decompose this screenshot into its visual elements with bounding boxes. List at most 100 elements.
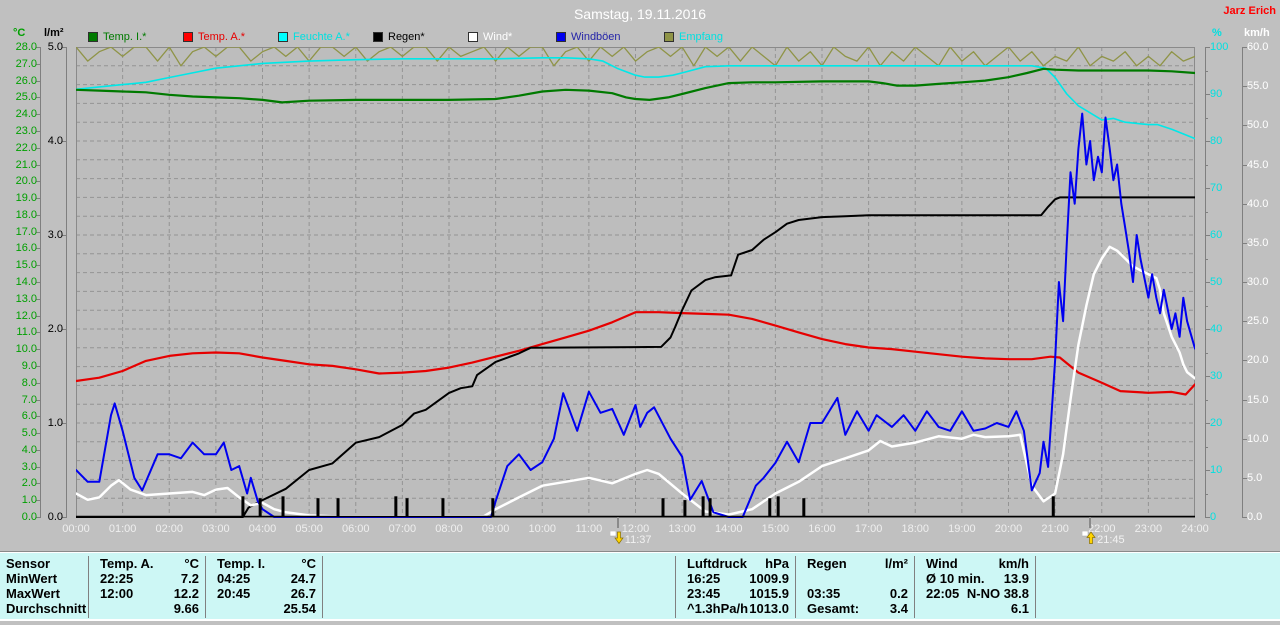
humidity-axis-minor-tick bbox=[1206, 305, 1208, 307]
x-axis-label: 07:00 bbox=[388, 523, 417, 535]
wind-axis-label: 10.0 bbox=[1247, 432, 1269, 445]
x-axis-label: 10:00 bbox=[528, 523, 557, 535]
rain-event-bar bbox=[441, 498, 445, 517]
x-axis-label: 04:00 bbox=[248, 523, 277, 535]
stats-min: 04:25 24.7 bbox=[209, 571, 318, 586]
rain-event-bar bbox=[1051, 496, 1055, 517]
stats-cell-time bbox=[799, 571, 807, 586]
chart-plot bbox=[76, 47, 1195, 518]
rain-event-bar bbox=[701, 496, 705, 517]
marker-21-45: 21:45 bbox=[1082, 531, 1125, 546]
legend-swatch-icon bbox=[468, 32, 478, 42]
humidity-axis-minor-tick bbox=[1206, 70, 1208, 72]
temp-axis-label: 21.0 bbox=[15, 158, 37, 171]
stats-column-divider bbox=[1035, 556, 1036, 618]
stats-header: Wind km/h bbox=[918, 556, 1031, 571]
stats-row-labels: Sensor MinWert MaxWert Durchschnitt bbox=[6, 556, 86, 616]
humidity-axis-label: 40 bbox=[1210, 323, 1223, 335]
stats-cell-value: 1015.9 bbox=[749, 586, 789, 601]
marker-11-37: 11:37 bbox=[609, 531, 652, 546]
stats-avg: 6.1 bbox=[918, 601, 1031, 616]
stats-cell-time: 22:25 bbox=[100, 571, 134, 586]
x-axis-label: 11:00 bbox=[575, 523, 603, 535]
weather-station-window: Samstag, 19.11.2016 Jarz Erich °C l/m² %… bbox=[0, 0, 1280, 625]
temp-axis-label: 27.0 bbox=[15, 57, 37, 70]
legend-swatch-icon bbox=[664, 32, 674, 42]
legend-label: Empfang bbox=[679, 31, 724, 43]
stats-cell-value: 25.54 bbox=[283, 601, 316, 616]
stats-cell-value: 6.1 bbox=[1010, 601, 1029, 616]
temp-axis-label: 24.0 bbox=[15, 108, 37, 121]
stats-column-divider bbox=[322, 556, 323, 618]
rain-event-bar bbox=[394, 496, 398, 517]
humidity-axis-minor-tick bbox=[1206, 446, 1208, 448]
legend-swatch-icon bbox=[278, 32, 288, 42]
legend-item-1: Temp. A.* bbox=[183, 31, 245, 43]
stats-column-divider bbox=[795, 556, 796, 618]
marker-time: 21:45 bbox=[1097, 534, 1125, 546]
temp-axis-rail bbox=[40, 47, 41, 518]
humidity-axis-label: 70 bbox=[1210, 182, 1223, 194]
rain-event-bar bbox=[768, 498, 772, 517]
x-axis-label: 05:00 bbox=[295, 523, 323, 535]
stats-cell-value: 12.2 bbox=[173, 586, 199, 601]
humidity-axis-label: 90 bbox=[1210, 88, 1223, 100]
wind-axis-label: 60.0 bbox=[1247, 41, 1269, 53]
humidity-axis-minor-tick bbox=[1206, 352, 1208, 354]
wind-axis-label: 5.0 bbox=[1247, 471, 1263, 484]
marker-tick-line bbox=[616, 517, 619, 528]
page-title: Samstag, 19.11.2016 bbox=[573, 6, 707, 22]
marker-arrow-up-icon bbox=[1082, 531, 1096, 544]
x-axis-label: 21:00 bbox=[1041, 523, 1069, 535]
stats-cell-value: N-NO 38.8 bbox=[966, 586, 1029, 601]
temp-axis-label: 26.0 bbox=[15, 74, 37, 87]
wind-axis-label: 45.0 bbox=[1247, 158, 1269, 171]
stats-cell-value: 13.9 bbox=[1003, 571, 1029, 586]
temp-axis-label: 14.0 bbox=[15, 276, 37, 288]
stats-cell-value: 0.2 bbox=[889, 586, 908, 601]
watermark-author: Jarz Erich bbox=[1223, 5, 1276, 17]
x-axis-label: 20:00 bbox=[994, 523, 1023, 535]
x-axis-label: 15:00 bbox=[761, 523, 790, 535]
stats-cell-time bbox=[92, 601, 100, 616]
wind-axis-label: 20.0 bbox=[1247, 354, 1269, 367]
rain-axis-label: 1.0 bbox=[47, 417, 63, 429]
temp-axis-label: 19.0 bbox=[15, 192, 37, 205]
stats-header: Regen l/m² bbox=[799, 556, 910, 571]
temp-axis-label: 7.0 bbox=[21, 393, 37, 406]
legend-swatch-icon bbox=[373, 32, 383, 42]
legend-swatch-icon bbox=[183, 32, 193, 42]
rain-event-bar bbox=[708, 498, 712, 517]
stats-cell-value: 1009.9 bbox=[749, 571, 789, 586]
stats-cell-value: °C bbox=[184, 556, 199, 571]
rain-axis-label: 3.0 bbox=[47, 229, 63, 241]
legend-item-6: Empfang bbox=[664, 31, 723, 43]
stats-row-label: MinWert bbox=[6, 571, 58, 586]
stats-avg: 25.54 bbox=[209, 601, 318, 616]
stats-min: 16:25 1009.9 bbox=[679, 571, 791, 586]
temp-axis-label: 20.0 bbox=[15, 175, 37, 188]
legend-item-3: Regen* bbox=[373, 31, 425, 43]
humidity-axis-minor-tick bbox=[1206, 211, 1208, 213]
stats-cell-time: 23:45 bbox=[687, 586, 721, 601]
humidity-axis-label: 20 bbox=[1210, 417, 1223, 429]
wind-axis-label: 25.0 bbox=[1247, 315, 1269, 328]
stats-cell-time: Luftdruck bbox=[687, 556, 747, 571]
stats-cell-value: l/m² bbox=[884, 556, 908, 571]
stats-col-regen: Regen l/m² 03:35 0.2 Gesamt: 3.4 bbox=[799, 556, 910, 616]
stats-column-divider bbox=[914, 556, 915, 618]
humidity-axis-minor-tick bbox=[1206, 117, 1208, 119]
temp-axis-label: 25.0 bbox=[15, 91, 37, 104]
legend-swatch-icon bbox=[556, 32, 566, 42]
temp-axis-label: 10.0 bbox=[15, 343, 37, 356]
wind-axis-label: 0.0 bbox=[1247, 511, 1263, 523]
stats-avg: 9.66 bbox=[92, 601, 201, 616]
rain-event-bar bbox=[405, 498, 409, 517]
stats-header: Luftdruck hPa bbox=[679, 556, 791, 571]
temp-axis-label: 4.0 bbox=[21, 443, 37, 456]
humidity-axis-minor-tick bbox=[1206, 164, 1208, 166]
stats-min bbox=[799, 571, 910, 586]
legend-item-4: Wind* bbox=[468, 31, 512, 43]
x-axis-label: 17:00 bbox=[854, 523, 883, 535]
x-axis-label: 03:00 bbox=[202, 523, 230, 535]
